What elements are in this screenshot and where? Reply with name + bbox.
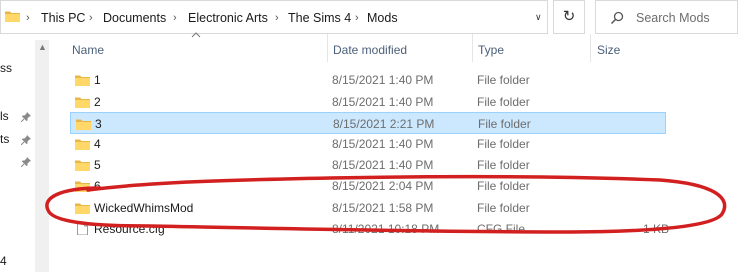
file-type: CFG File: [477, 222, 525, 236]
file-date-modified: 8/15/2021 2:21 PM: [333, 117, 435, 131]
column-divider[interactable]: [590, 34, 591, 62]
chevron-right-icon[interactable]: ›: [89, 10, 93, 26]
file-size: 1 KB: [643, 222, 670, 236]
file-type: File folder: [477, 73, 530, 87]
pin-icon[interactable]: [21, 112, 31, 122]
search-input[interactable]: Search Mods: [636, 11, 710, 25]
file-name[interactable]: 2: [94, 95, 101, 109]
column-divider[interactable]: [472, 34, 473, 62]
file-name[interactable]: WickedWhimsMod: [94, 201, 193, 215]
folder-icon: [75, 181, 90, 192]
file-date-modified: 8/15/2021 1:58 PM: [332, 201, 434, 215]
breadcrumb-the-sims-4[interactable]: The Sims 4: [288, 10, 351, 26]
refresh-button[interactable]: ↻: [553, 0, 585, 34]
file-type: File folder: [477, 95, 530, 109]
column-header-name[interactable]: Name: [72, 43, 104, 57]
folder-icon: [75, 75, 90, 86]
file-row[interactable]: 1 8/15/2021 1:40 PM File folder: [70, 69, 666, 91]
sort-ascending-icon: [191, 32, 201, 38]
nav-item-label[interactable]: 4: [0, 254, 7, 268]
file-row[interactable]: 6 8/15/2021 2:04 PM File folder: [70, 175, 666, 197]
file-row[interactable]: 5 8/15/2021 1:40 PM File folder: [70, 154, 666, 176]
file-row[interactable]: 4 8/15/2021 1:40 PM File folder: [70, 133, 666, 155]
folder-icon: [75, 139, 90, 150]
breadcrumb-mods[interactable]: Mods: [367, 10, 398, 26]
file-type: File folder: [477, 158, 530, 172]
file-name[interactable]: 1: [94, 73, 101, 87]
refresh-icon: ↻: [562, 8, 576, 25]
chevron-down-icon[interactable]: ∨: [535, 12, 542, 23]
search-box[interactable]: Search Mods: [595, 0, 738, 34]
nav-pane-scrollbar[interactable]: [35, 40, 49, 272]
file-type: File folder: [477, 201, 530, 215]
file-date-modified: 8/15/2021 2:04 PM: [332, 179, 434, 193]
file-date-modified: 8/11/2021 10:18 PM: [332, 222, 440, 236]
column-header-type[interactable]: Type: [478, 43, 504, 57]
folder-icon: [5, 11, 20, 22]
folder-icon: [76, 119, 91, 130]
column-header-date-modified[interactable]: Date modified: [333, 43, 407, 57]
file-date-modified: 8/15/2021 1:40 PM: [332, 137, 434, 151]
file-type: File folder: [477, 137, 530, 151]
folder-icon: [75, 160, 90, 171]
address-bar[interactable]: › This PC › Documents › Electronic Arts …: [0, 0, 548, 34]
file-name[interactable]: Resource.cfg: [94, 222, 165, 236]
file-row[interactable]: 3 8/15/2021 2:21 PM File folder: [70, 112, 666, 134]
file-type: File folder: [478, 117, 531, 131]
file-name[interactable]: 6: [94, 179, 101, 193]
chevron-right-icon[interactable]: ›: [173, 10, 177, 26]
chevron-right-icon[interactable]: ›: [275, 10, 279, 26]
nav-item-label[interactable]: ss: [0, 61, 12, 75]
file-date-modified: 8/15/2021 1:40 PM: [332, 158, 434, 172]
pin-icon[interactable]: [21, 135, 31, 145]
file-row[interactable]: 2 8/15/2021 1:40 PM File folder: [70, 91, 666, 113]
file-type: File folder: [477, 179, 530, 193]
nav-item-label[interactable]: ls: [0, 109, 9, 123]
breadcrumb-electronic-arts[interactable]: Electronic Arts: [188, 10, 268, 26]
file-date-modified: 8/15/2021 1:40 PM: [332, 73, 434, 87]
file-row[interactable]: Resource.cfg 8/11/2021 10:18 PM CFG File 1 …: [70, 218, 670, 240]
nav-item-label[interactable]: ts: [0, 132, 9, 146]
column-header-size[interactable]: Size: [597, 43, 620, 57]
chevron-right-icon[interactable]: ›: [26, 10, 30, 26]
file-icon: [77, 223, 88, 235]
chevron-right-icon[interactable]: ›: [355, 10, 359, 26]
breadcrumb-this-pc[interactable]: This PC: [41, 10, 85, 26]
folder-icon: [75, 203, 90, 214]
file-row[interactable]: WickedWhimsMod 8/15/2021 1:58 PM File fold…: [70, 197, 666, 219]
pin-icon[interactable]: [21, 157, 31, 167]
search-icon: [610, 11, 624, 25]
navigation-pane: ss ls ts 4: [0, 34, 35, 272]
scroll-up-arrow-icon[interactable]: ▲: [38, 42, 47, 52]
file-name[interactable]: 3: [95, 117, 102, 131]
file-date-modified: 8/15/2021 1:40 PM: [332, 95, 434, 109]
file-name[interactable]: 5: [94, 158, 101, 172]
folder-icon: [75, 97, 90, 108]
breadcrumb-documents[interactable]: Documents: [103, 10, 166, 26]
column-divider[interactable]: [327, 34, 328, 62]
file-name[interactable]: 4: [94, 137, 101, 151]
